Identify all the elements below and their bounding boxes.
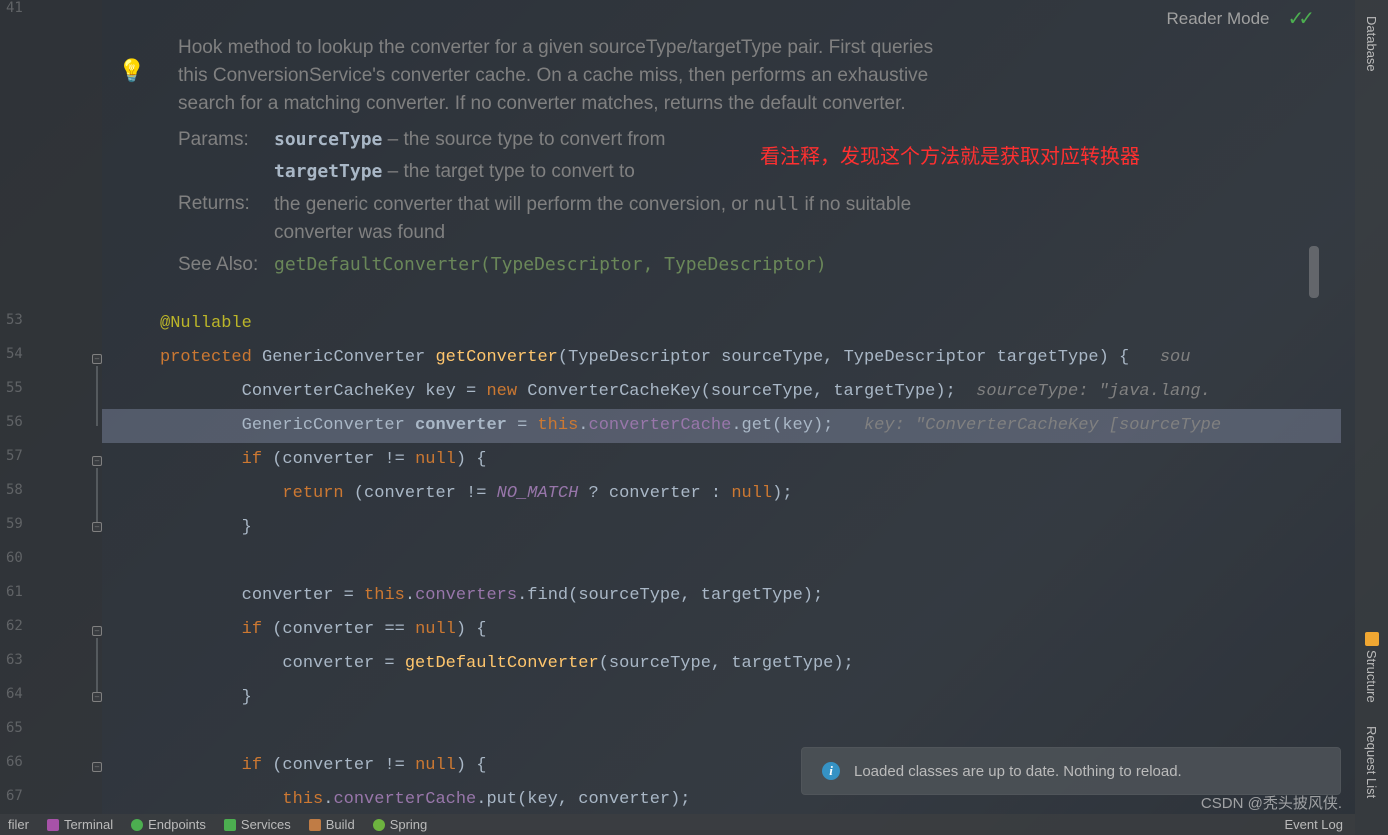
tool-request-list-button[interactable]: Request List [1364, 726, 1379, 798]
line-number[interactable]: 63 [6, 652, 23, 668]
right-tool-window-bar: Database Structure Request List [1355, 0, 1388, 835]
tool-terminal-button[interactable]: Terminal [47, 817, 113, 832]
gutter: 41 53 54 55 56 57 58 59 60 61 62 63 64 6… [0, 0, 102, 814]
editor-pane: Reader Mode ✓✓ 💡 看注释，发现这个方法就是获取对应转换器 Hoo… [0, 0, 1355, 814]
line-number[interactable]: 58 [6, 482, 23, 498]
fold-toggle-icon[interactable]: – [92, 456, 102, 466]
structure-icon[interactable] [1365, 632, 1379, 646]
fold-toggle-icon[interactable]: – [92, 626, 102, 636]
watermark-text: CSDN @秃头披风侠. [1201, 792, 1342, 813]
line-number[interactable]: 64 [6, 686, 23, 702]
line-number[interactable]: 66 [6, 754, 23, 770]
line-number[interactable]: 60 [6, 550, 23, 566]
line-number[interactable]: 59 [6, 516, 23, 532]
code-line: ConverterCacheKey key = new ConverterCac… [160, 375, 1341, 409]
line-number[interactable]: 67 [6, 788, 23, 804]
fold-end-icon[interactable]: – [92, 692, 102, 702]
tool-event-log-button[interactable]: Event Log [1284, 817, 1343, 832]
spring-icon [373, 819, 385, 831]
fold-toggle-icon[interactable]: – [92, 354, 102, 364]
endpoints-icon [131, 819, 143, 831]
line-number[interactable]: 56 [6, 414, 23, 430]
tool-profiler-button[interactable]: filer [8, 817, 29, 832]
line-number[interactable]: 53 [6, 312, 23, 328]
code-line: if (converter != null) { [160, 443, 1341, 477]
notification-text: Loaded classes are up to date. Nothing t… [854, 763, 1182, 780]
line-number[interactable]: 65 [6, 720, 23, 736]
line-number[interactable]: 62 [6, 618, 23, 634]
bottom-tool-bar: filer Terminal Endpoints Services Build … [0, 814, 1355, 835]
scrollbar-thumb[interactable] [1309, 246, 1319, 298]
line-number[interactable]: 55 [6, 380, 23, 396]
code-line: } [160, 681, 1341, 715]
code-line: protected GenericConverter getConverter(… [160, 341, 1341, 375]
build-icon [309, 819, 321, 831]
code-line: if (converter == null) { [160, 613, 1341, 647]
tool-structure-button[interactable]: Structure [1364, 650, 1379, 703]
code-editor[interactable]: @Nullable protected GenericConverter get… [102, 0, 1341, 814]
code-line: return (converter != NO_MATCH ? converte… [160, 477, 1341, 511]
services-icon [224, 819, 236, 831]
terminal-icon [47, 819, 59, 831]
tool-build-button[interactable]: Build [309, 817, 355, 832]
code-line: @Nullable [160, 307, 1341, 341]
info-icon: i [822, 762, 840, 780]
code-line: } [160, 511, 1341, 545]
tool-endpoints-button[interactable]: Endpoints [131, 817, 206, 832]
line-number[interactable]: 54 [6, 346, 23, 362]
code-line-current: GenericConverter converter = this.conver… [102, 409, 1341, 443]
notification-balloon[interactable]: i Loaded classes are up to date. Nothing… [801, 747, 1341, 795]
line-number[interactable]: 61 [6, 584, 23, 600]
tool-services-button[interactable]: Services [224, 817, 291, 832]
line-number[interactable]: 41 [6, 0, 23, 16]
fold-toggle-icon[interactable]: – [92, 762, 102, 772]
code-line: converter = this.converters.find(sourceT… [160, 579, 1341, 613]
line-number[interactable]: 57 [6, 448, 23, 464]
code-line: converter = getDefaultConverter(sourceTy… [160, 647, 1341, 681]
fold-end-icon[interactable]: – [92, 522, 102, 532]
tool-spring-button[interactable]: Spring [373, 817, 428, 832]
tool-database-button[interactable]: Database [1364, 16, 1379, 72]
